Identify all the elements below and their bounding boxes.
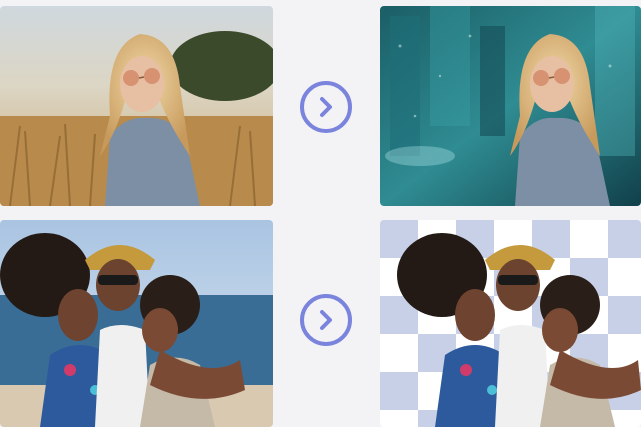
before-after-showcase xyxy=(0,0,641,427)
friends-at-beach-photo xyxy=(0,220,273,427)
chevron-right-icon xyxy=(320,97,332,117)
next-arrow-button[interactable] xyxy=(300,294,352,346)
friends-transparent-background-photo xyxy=(380,220,641,427)
next-arrow-button[interactable] xyxy=(300,81,352,133)
woman-in-wheat-field-photo xyxy=(0,6,273,206)
woman-with-rainy-city-background-photo xyxy=(380,6,641,206)
chevron-right-icon xyxy=(320,310,332,330)
